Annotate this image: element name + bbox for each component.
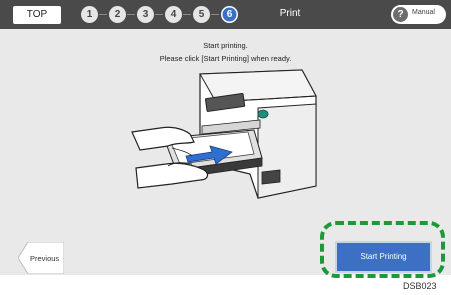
step-6: 6 <box>221 6 238 23</box>
start-printing-button[interactable]: Start Printing <box>335 241 432 273</box>
instruction-line-2: Please click [Start Printing] when ready… <box>159 54 292 63</box>
printer-illustration <box>131 69 317 199</box>
manual-label: Manual <box>412 9 435 16</box>
printer-screen: TOP 1 2 3 4 5 6 Print ? Manual Start pri… <box>0 0 451 278</box>
manual-button[interactable]: ? Manual <box>391 5 446 24</box>
step-4: 4 <box>165 6 182 23</box>
step-3: 3 <box>137 6 154 23</box>
instruction-line-1: Start printing. <box>203 41 248 50</box>
previous-label: Previous <box>30 254 60 263</box>
step-separator <box>99 14 107 15</box>
step-5: 5 <box>193 6 210 23</box>
step-separator <box>211 14 219 15</box>
figure-code: DSB023 <box>403 281 437 291</box>
top-button[interactable]: TOP <box>13 6 61 24</box>
step-separator <box>183 14 191 15</box>
page-title: Print <box>279 8 301 19</box>
step-1: 1 <box>81 6 98 23</box>
header-bar: TOP 1 2 3 4 5 6 Print ? Manual <box>0 0 451 29</box>
help-icon: ? <box>393 7 408 22</box>
step-separator <box>127 14 135 15</box>
step-2: 2 <box>109 6 126 23</box>
step-separator <box>155 14 163 15</box>
